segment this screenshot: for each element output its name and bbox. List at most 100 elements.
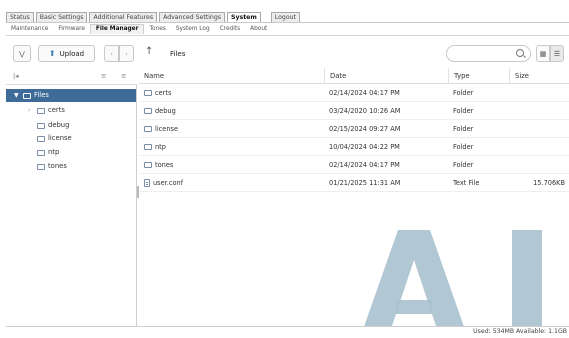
search-icon[interactable] [516,49,524,57]
cell-date: 02/15/2024 09:27 AM [329,125,401,133]
chevron-left-icon: ‹ [110,49,113,58]
watermark-logo [360,230,542,338]
upload-button[interactable]: ⬆ Upload [38,45,95,62]
subtab-tones[interactable]: Tones [144,26,170,32]
col-header-date[interactable]: Date [324,68,448,84]
subtab-credits[interactable]: Credits [215,26,245,32]
tree-item-label: debug [48,121,70,129]
cell-date: 03/24/2020 10:26 AM [329,107,401,115]
forward-button[interactable]: › [119,45,134,62]
cell-type: Text File [453,179,480,187]
cell-name: tones [139,156,324,174]
collapse-all-icon[interactable]: ≡ [121,72,126,80]
tree-header: |◂ ≡ ≡ [6,68,137,84]
tab-advanced-settings[interactable]: Advanced Settings [159,12,226,22]
folder-open-icon [23,92,31,99]
cell-name: license [139,120,324,138]
folder-icon [37,163,45,170]
chevron-down-icon[interactable]: ▼ [14,89,20,102]
search-box[interactable] [446,45,531,62]
double-chevron-down-icon: ⋁ [19,49,25,58]
tree-item-ntp[interactable]: ntp [37,146,59,159]
subtab-about[interactable]: About [245,26,272,32]
collapse-tree-icon[interactable]: |◂ [13,72,18,80]
chevron-right-icon[interactable]: › [28,104,34,117]
tab-basic-settings[interactable]: Basic Settings [35,12,88,22]
back-button[interactable]: ‹ [104,45,119,62]
cell-name: debug [139,102,324,120]
file-name: certs [155,89,172,97]
table-row[interactable]: user.conf 01/21/2025 11:31 AM Text File 15.… [139,174,569,192]
cell-date: 02/14/2024 04:17 PM [329,161,400,169]
status-bar: Used: 534MB Available: 1.1GB [6,326,569,338]
upload-icon: ⬆ [48,49,56,58]
folder-icon [144,144,152,150]
current-path: Files [170,50,186,58]
arrow-up-icon: ↑ [145,46,154,57]
table-row[interactable]: ntp 10/04/2024 04:22 PM Folder [139,138,569,156]
folder-tree: ▼ Files › certs debug license ntp tones [6,84,137,338]
cell-name: ntp [139,138,324,156]
col-header-size[interactable]: Size [509,68,569,84]
cell-size [509,102,569,120]
cell-name: user.conf [139,174,324,192]
expand-all-icon[interactable]: ≡ [101,72,106,80]
file-name: license [155,125,179,133]
tab-status[interactable]: Status [6,12,34,22]
tree-item-tones[interactable]: tones [37,160,67,173]
cell-type: Folder [453,125,474,133]
subtab-maintenance[interactable]: Maintenance [6,26,53,32]
file-icon [144,179,150,187]
tree-item-label: Files [34,91,49,99]
col-header-name[interactable]: Name [139,68,324,84]
subtab-file-manager[interactable]: File Manager [89,24,145,34]
table-row[interactable]: debug 03/24/2020 10:26 AM Folder [139,102,569,120]
collapse-button[interactable]: ⋁ [13,45,31,62]
cell-type: Folder [453,107,474,115]
folder-icon [37,122,45,129]
cell-type: Folder [453,89,474,97]
subtab-system-log[interactable]: System Log [171,26,215,32]
cell-date: 01/21/2025 11:31 AM [329,179,401,187]
sub-nav-tabs: Maintenance Firmware File Manager Tones … [6,22,569,36]
tree-item-certs[interactable]: › certs [28,104,65,117]
file-name: ntp [155,143,166,151]
tab-logout[interactable]: Logout [270,12,300,22]
cell-date: 10/04/2024 04:22 PM [329,143,400,151]
file-name: user.conf [153,179,184,187]
folder-icon [144,126,152,132]
up-directory-button[interactable]: ↑ [145,46,153,57]
cell-size: 15.706KB [533,179,565,187]
folder-icon [144,108,152,114]
upload-label: Upload [59,49,85,58]
tree-item-license[interactable]: license [37,132,72,145]
chevron-right-icon: › [125,49,128,58]
tree-item-debug[interactable]: debug [37,119,69,132]
tree-item-root[interactable]: ▼ Files [6,89,136,102]
folder-icon [144,90,152,96]
table-row[interactable]: certs 02/14/2024 04:17 PM Folder [139,84,569,102]
cell-type: Folder [453,143,474,151]
list-icon: ☰ [553,49,561,58]
tree-item-label: certs [48,106,65,114]
cell-size [509,138,569,156]
list-view-button[interactable]: ☰ [550,45,564,62]
table-header: Name Date Type Size [139,68,569,84]
cell-size [509,120,569,138]
folder-icon [144,162,152,168]
table-row[interactable]: license 02/15/2024 09:27 AM Folder [139,120,569,138]
col-header-type[interactable]: Type [448,68,509,84]
storage-status: Used: 534MB Available: 1.1GB [473,328,567,335]
tree-item-label: ntp [48,148,60,156]
table-row[interactable]: tones 02/14/2024 04:17 PM Folder [139,156,569,174]
subtab-firmware[interactable]: Firmware [53,26,90,32]
cell-date: 02/14/2024 04:17 PM [329,89,400,97]
cell-name: certs [139,84,324,102]
tab-additional-features[interactable]: Additional Features [89,12,158,22]
tree-item-label: tones [48,162,67,170]
grid-view-button[interactable]: ▦ [536,45,550,62]
folder-icon [37,135,45,142]
cell-size [509,156,569,174]
folder-icon [37,149,45,156]
search-input[interactable] [453,48,513,60]
